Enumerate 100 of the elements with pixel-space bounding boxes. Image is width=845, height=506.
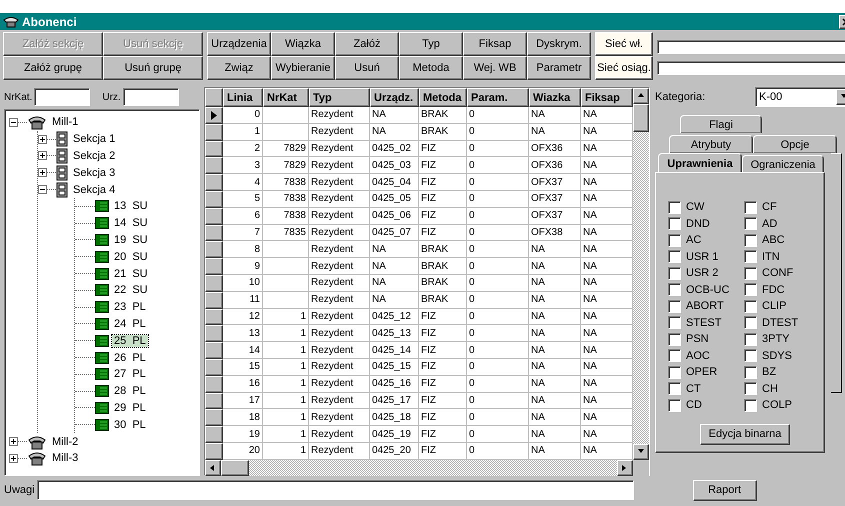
toolbar-button[interactable]: Fiksap [463, 32, 527, 56]
tree-item[interactable]: 26 PL [112, 352, 148, 364]
row-header[interactable] [205, 107, 223, 124]
row-header[interactable] [205, 157, 223, 174]
checkbox[interactable]: AC [668, 232, 740, 248]
column-header[interactable]: Typ [309, 88, 370, 107]
expand-icon[interactable] [38, 168, 47, 178]
checkbox[interactable]: OPER [668, 364, 740, 380]
toolbar-button[interactable]: Usuń [335, 56, 399, 80]
report-button[interactable]: Raport [692, 480, 757, 500]
row-header[interactable] [205, 190, 223, 208]
tree-item[interactable]: 24 PL [112, 318, 148, 330]
scroll-down-button[interactable] [633, 444, 649, 460]
tree-item[interactable]: 29 PL [112, 402, 148, 414]
checkbox[interactable]: PSN [668, 331, 740, 348]
row-header[interactable] [205, 292, 223, 309]
tree-item[interactable]: 20 SU [112, 250, 150, 263]
toolbar-button[interactable]: Wej. WB [463, 56, 527, 80]
checkbox[interactable]: AOC [668, 348, 740, 364]
row-header[interactable] [205, 409, 223, 426]
tree-item[interactable]: Sekcja 3 [71, 166, 118, 179]
column-header[interactable]: Linia [223, 88, 263, 107]
toolbar-button[interactable]: Dyskrym. [527, 32, 591, 56]
toolbar-button[interactable]: Metoda [399, 56, 463, 80]
tree-item[interactable]: 25 PL [112, 334, 148, 347]
checkbox[interactable]: CONF [744, 265, 816, 282]
input-field[interactable] [34, 88, 90, 106]
tree-item[interactable]: 22 SU [112, 284, 150, 296]
expand-icon[interactable] [9, 454, 18, 463]
row-header[interactable] [205, 358, 223, 376]
tree-item[interactable]: Mill-3 [50, 452, 80, 464]
toolbar-button[interactable]: Sieć osiąg. [595, 56, 653, 80]
row-header[interactable] [205, 274, 223, 292]
row-header[interactable] [205, 258, 223, 275]
tree-item[interactable]: Mill-1 [50, 116, 80, 128]
column-header[interactable]: Fiksap [581, 88, 633, 107]
row-header[interactable] [205, 442, 223, 460]
row-header[interactable] [205, 426, 223, 443]
toolbar-button[interactable]: Sieć wł. [595, 32, 653, 56]
checkbox[interactable]: CW [668, 199, 740, 216]
tree-item[interactable]: 27 PL [112, 368, 148, 380]
scroll-thumb[interactable] [221, 460, 249, 476]
tree-item[interactable]: 13 SU [112, 200, 150, 212]
row-header[interactable] [205, 325, 223, 342]
checkbox[interactable]: ABC [744, 232, 816, 248]
input-field[interactable] [122, 88, 179, 106]
column-header[interactable]: Wiazka [529, 88, 581, 107]
toolbar-button[interactable]: Załóż [335, 32, 399, 56]
row-header[interactable] [205, 140, 223, 158]
checkbox[interactable]: DND [668, 216, 740, 232]
collapse-icon[interactable] [38, 185, 47, 194]
toolbar-button[interactable]: Parametr [527, 56, 591, 80]
tree-item[interactable]: Mill-2 [50, 436, 80, 448]
tree-item[interactable]: Sekcja 1 [71, 133, 118, 146]
toolbar-button[interactable]: Wiązka [271, 32, 335, 56]
tab[interactable]: Uprawnienia [658, 153, 742, 173]
toolbar-button[interactable]: Urządzenia [207, 32, 271, 56]
toolbar-button[interactable]: Usuń grupę [103, 56, 203, 80]
checkbox[interactable]: CH [744, 380, 816, 397]
tree-item[interactable]: 23 PL [112, 301, 148, 314]
binary-edit-button[interactable]: Edycja binarna [700, 424, 790, 444]
tree-item[interactable]: 14 SU [112, 217, 150, 230]
expand-icon[interactable] [38, 151, 47, 160]
checkbox[interactable]: ITN [744, 248, 816, 265]
row-header[interactable] [205, 392, 223, 410]
checkbox[interactable]: FDC [744, 282, 816, 298]
tree-item[interactable]: 21 SU [112, 268, 150, 280]
column-header[interactable]: Metoda [419, 88, 467, 107]
category-dropdown[interactable]: K-00 [755, 87, 845, 107]
tree-item[interactable]: 30 PL [112, 418, 148, 431]
checkbox[interactable]: OCB-UC [668, 282, 740, 298]
tab[interactable]: Atrybuty [669, 135, 753, 153]
tab[interactable]: Flagi [680, 115, 762, 133]
column-header[interactable]: Param. [467, 88, 529, 107]
toolbar-button[interactable]: Wybieranie [271, 56, 335, 80]
toolbar-button[interactable]: Związ [207, 56, 271, 80]
checkbox[interactable]: USR 2 [668, 265, 740, 282]
checkbox[interactable]: AD [744, 216, 816, 232]
expand-icon[interactable] [38, 134, 47, 144]
toolbar-button[interactable]: Typ [399, 32, 463, 56]
row-header[interactable] [205, 342, 223, 359]
input-field[interactable] [657, 60, 845, 74]
collapse-icon[interactable] [9, 118, 18, 127]
checkbox[interactable]: CF [744, 199, 816, 216]
horizontal-scrollbar[interactable] [205, 460, 649, 476]
tab[interactable]: Opcje [753, 135, 837, 153]
checkbox[interactable]: STEST [668, 314, 740, 331]
scroll-thumb[interactable] [633, 104, 649, 132]
column-header[interactable]: NrKat [263, 88, 309, 107]
input-field[interactable] [657, 40, 845, 54]
scroll-left-button[interactable] [205, 460, 221, 476]
checkbox[interactable]: CT [668, 380, 740, 397]
checkbox[interactable]: 3PTY [744, 331, 816, 348]
tree-item[interactable]: Sekcja 4 [71, 184, 118, 196]
checkbox[interactable]: CD [668, 397, 740, 414]
scroll-right-button[interactable] [617, 460, 633, 476]
row-header[interactable] [205, 308, 223, 326]
tree-item[interactable]: 19 SU [112, 234, 150, 246]
scroll-up-button[interactable] [633, 88, 649, 104]
tree-item[interactable]: Sekcja 2 [71, 150, 118, 162]
